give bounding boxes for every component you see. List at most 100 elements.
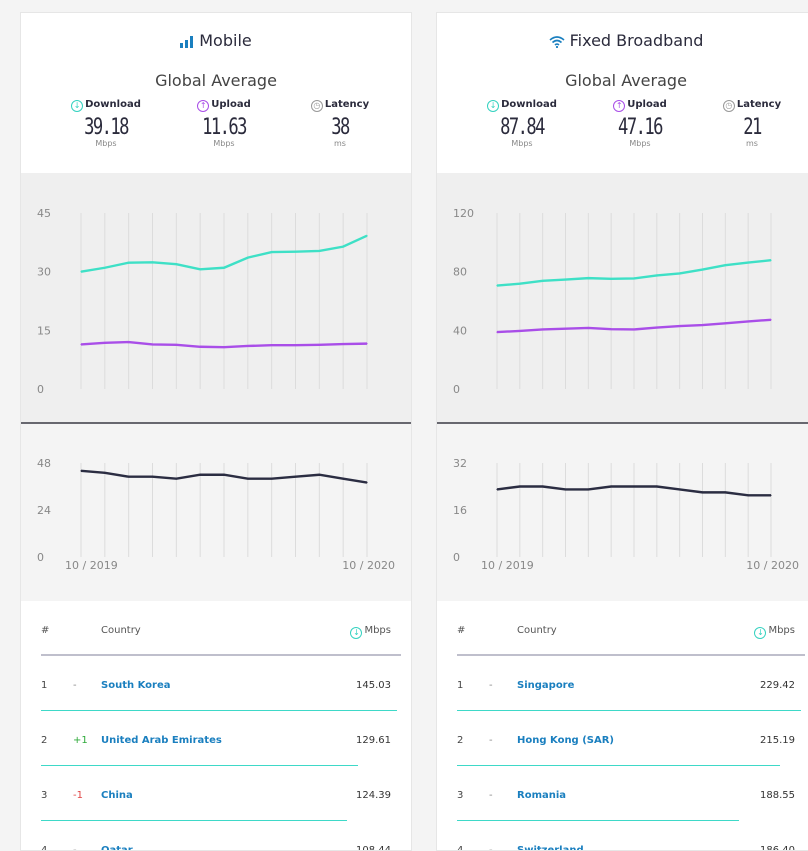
chart-svg: 0 40 80 120 0 16 32 10 / 2019 10 / 2020	[437, 173, 808, 601]
latency-point	[747, 494, 749, 496]
upload-point	[247, 345, 249, 347]
metric-unit: Mbps	[95, 139, 117, 148]
latency-point	[610, 485, 612, 488]
latency-point	[496, 488, 498, 491]
upload-circle-icon: ↑	[613, 100, 626, 112]
mbps-cell: 145.03	[356, 680, 391, 691]
latency-point	[342, 478, 344, 480]
download-circle-icon: ↓	[71, 100, 84, 112]
rank-cell: 2	[457, 735, 464, 746]
latency-area-bg	[21, 423, 411, 601]
latency-point	[679, 488, 681, 491]
panel-title: Fixed Broadband	[437, 31, 808, 50]
metric-value: 87.84	[500, 115, 545, 140]
latency-metric: ◷ Latency 38 ms	[285, 99, 395, 148]
metric-label: Latency	[324, 99, 370, 110]
x-tick-label: 10 / 2019	[65, 559, 118, 572]
upload-point	[770, 319, 772, 321]
x-tick-label: 10 / 2019	[481, 559, 534, 572]
metric-unit: Mbps	[629, 139, 651, 148]
table-row: 3 -1 China 124.39	[21, 766, 411, 821]
upload-point	[199, 346, 201, 348]
rank-change-cell: -	[489, 735, 493, 746]
country-link[interactable]: China	[101, 790, 133, 801]
download-point	[519, 283, 521, 285]
mbps-cell: 229.42	[760, 680, 795, 691]
country-link[interactable]: United Arab Emirates	[101, 735, 222, 746]
country-link[interactable]: Singapore	[517, 680, 574, 691]
metric-value: 21	[743, 115, 762, 140]
download-point	[747, 261, 749, 264]
y-tick-label: 16	[453, 504, 467, 517]
country-link[interactable]: Hong Kong (SAR)	[517, 735, 614, 746]
y-tick-label: 0	[37, 551, 44, 564]
y-tick-label: 30	[37, 266, 51, 279]
upload-point	[104, 342, 106, 344]
rank-change-cell: -	[489, 680, 493, 691]
mbps-header: ↓ Mbps	[350, 625, 391, 639]
country-link[interactable]: Qatar	[101, 845, 133, 850]
metric-label: Latency	[736, 99, 782, 110]
latency-point	[587, 488, 589, 491]
rank-change-cell: +1	[73, 735, 88, 746]
download-metric: ↓ Download 39.18 Mbps	[51, 99, 161, 148]
table-header: # Country ↓ Mbps	[437, 601, 808, 656]
latency-point	[701, 491, 704, 493]
y-tick-label: 80	[453, 266, 467, 279]
latency-point	[633, 485, 635, 488]
download-point	[724, 264, 726, 266]
latency-point	[724, 491, 726, 493]
mbps-cell: 186.40	[760, 845, 795, 851]
upload-point	[342, 343, 344, 345]
latency-metric: ◷ Latency 21 ms	[697, 99, 807, 148]
upload-point	[318, 344, 320, 346]
mbps-header-label: Mbps	[364, 625, 391, 636]
latency-circle-icon: ◷	[722, 100, 735, 112]
latency-point	[271, 478, 273, 480]
mobile-panel: Mobile Global Average ↓ Download 39.18 Mb…	[20, 12, 412, 851]
download-point	[656, 274, 658, 277]
download-circle-icon: ↓	[350, 627, 363, 639]
latency-point	[151, 476, 154, 478]
upload-point	[633, 328, 635, 331]
country-link[interactable]: Switzerland	[517, 845, 584, 850]
download-circle-icon: ↓	[487, 100, 500, 112]
rank-cell: 1	[457, 680, 464, 691]
download-point	[679, 272, 681, 275]
rank-cell: 1	[41, 680, 48, 691]
signal-bars-icon	[180, 36, 194, 48]
latency-point	[770, 494, 772, 496]
download-point	[701, 269, 704, 271]
table-row: 1 - Singapore 229.42	[437, 656, 808, 711]
upload-point	[542, 328, 544, 331]
country-link[interactable]: South Korea	[101, 680, 170, 691]
download-point	[247, 256, 249, 259]
download-point	[128, 262, 130, 264]
download-point	[151, 261, 154, 263]
y-tick-label: 40	[453, 324, 467, 337]
chart-svg: 0 15 30 45 0 24 48 10 / 2019 10 / 2020	[21, 173, 411, 601]
metric-value: 38	[331, 115, 350, 140]
country-link[interactable]: Romania	[517, 790, 566, 801]
panel-title-text: Fixed Broadband	[569, 31, 704, 50]
metric-label: Upload	[627, 99, 667, 110]
rank-change-cell: -	[489, 845, 493, 851]
upload-point	[519, 330, 521, 332]
metric-label: Download	[501, 99, 557, 110]
table-row: 4 - Qatar 108.44	[21, 821, 411, 850]
metric-unit: ms	[746, 139, 758, 148]
table-row: 4 - Switzerland 186.40	[437, 821, 808, 851]
metric-unit: Mbps	[213, 139, 235, 148]
fixed-broadband-panel: Fixed Broadband Global Average ↓ Download…	[436, 12, 808, 851]
download-point	[610, 278, 612, 280]
download-point	[175, 263, 177, 265]
global-average-label: Global Average	[565, 71, 687, 90]
metric-label: Upload	[211, 99, 251, 110]
y-tick-label: 32	[453, 457, 467, 470]
panel-title: Mobile	[21, 31, 411, 50]
country-header: Country	[517, 625, 557, 636]
download-metric: ↓ Download 87.84 Mbps	[467, 99, 577, 148]
speed-area-bg	[437, 173, 808, 423]
metric-value: 11.63	[202, 115, 247, 140]
latency-area-bg	[437, 423, 808, 601]
